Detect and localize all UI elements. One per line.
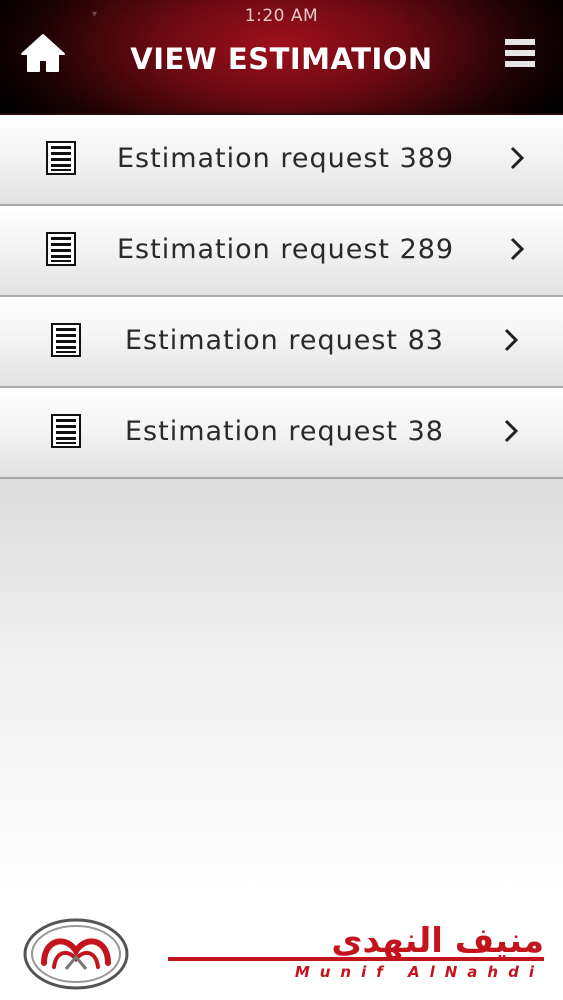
request-label: Estimation request 38 [125, 416, 444, 447]
chevron-right-icon [504, 419, 519, 443]
chevron-right-icon [510, 146, 525, 170]
brand-emblem-icon [23, 918, 129, 990]
brand-latin-name: Munif AlNahdi [294, 963, 544, 981]
list-item-request-38[interactable]: Estimation request 38 [0, 388, 563, 479]
home-icon [21, 34, 65, 72]
chevron-right-icon [504, 328, 519, 352]
empty-content-area [0, 479, 563, 909]
document-icon [51, 414, 81, 448]
brand-underline [168, 957, 544, 961]
list-item-request-389[interactable]: Estimation request 389 [0, 115, 563, 206]
request-label: Estimation request 83 [125, 325, 444, 356]
estimation-request-list: Estimation request 389 Estimation reques… [0, 115, 563, 479]
request-label: Estimation request 389 [117, 143, 455, 174]
brand-footer: منيف النهدي Munif AlNahdi [0, 909, 563, 1000]
home-button[interactable] [20, 32, 66, 74]
document-icon [51, 323, 81, 357]
request-label: Estimation request 289 [117, 234, 455, 265]
list-item-request-289[interactable]: Estimation request 289 [0, 206, 563, 297]
chevron-right-icon [510, 237, 525, 261]
page-title: VIEW ESTIMATION [130, 42, 433, 76]
menu-button[interactable] [503, 37, 537, 69]
hamburger-menu-icon [505, 39, 535, 67]
app-header: ▾ 1:20 AM VIEW ESTIMATION [0, 0, 563, 115]
status-time: 1:20 AM [244, 6, 319, 26]
list-item-request-83[interactable]: Estimation request 83 [0, 297, 563, 388]
document-icon [46, 232, 76, 266]
document-icon [46, 141, 76, 175]
